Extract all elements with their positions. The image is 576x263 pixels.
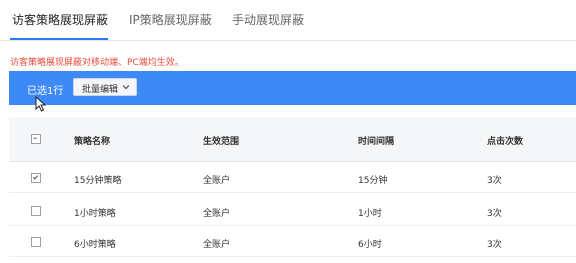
header-strategy-name: 策略名称 [74,137,111,147]
selection-toolbar: 已选1行 批量编辑 [9,71,576,105]
tab-ip-strategy[interactable]: IP策略展现屏蔽 [129,11,212,28]
header-clicks: 点击次数 [487,137,524,147]
cell-interval: 6小时 [358,240,382,250]
row-checkbox[interactable] [31,206,41,216]
header-interval: 时间间隔 [358,137,395,147]
indeterminate-icon [33,137,37,139]
active-tab-indicator [10,38,108,40]
bulk-edit-label: 批量编辑 [82,85,119,95]
cell-clicks: 3次 [487,176,502,186]
strategy-table: 策略名称 生效范围 时间间隔 点击次数 15分钟策略 全账户 15分钟 3次 1… [9,117,576,263]
select-all-checkbox[interactable] [31,134,41,144]
cell-strategy-name: 1小时策略 [74,209,116,219]
selected-count: 已选1行 [27,86,64,97]
row-checkbox[interactable] [31,173,41,183]
cell-scope: 全账户 [203,240,231,250]
tab-visitor-strategy[interactable]: 访客策略展现屏蔽 [12,11,108,28]
tab-bar: 访客策略展现屏蔽 IP策略展现屏蔽 手动展现屏蔽 [0,0,576,41]
tab-manual-block[interactable]: 手动展现屏蔽 [232,11,304,28]
header-scope: 生效范围 [203,137,240,147]
cell-clicks: 3次 [487,209,502,219]
checkmark-icon [32,175,38,180]
bulk-edit-dropdown[interactable]: 批量编辑 [73,78,137,96]
cell-interval: 15分钟 [358,176,388,186]
row-checkbox[interactable] [31,237,41,247]
table-row[interactable]: 15分钟策略 全账户 15分钟 3次 [9,164,576,193]
table-row[interactable]: 6小时策略 全账户 6小时 3次 [9,228,576,257]
mouse-cursor-icon [35,96,47,112]
table-header: 策略名称 生效范围 时间间隔 点击次数 [9,117,576,162]
cell-clicks: 3次 [487,240,502,250]
chevron-down-icon [122,85,130,90]
cell-scope: 全账户 [203,209,231,219]
cell-strategy-name: 15分钟策略 [74,176,122,186]
cell-scope: 全账户 [203,176,231,186]
notice-text: 访客策略展现屏蔽对移动端、PC端均生效。 [10,58,184,68]
cell-interval: 1小时 [358,209,382,219]
table-row[interactable]: 1小时策略 全账户 1小时 3次 [9,197,576,226]
cell-strategy-name: 6小时策略 [74,240,116,250]
